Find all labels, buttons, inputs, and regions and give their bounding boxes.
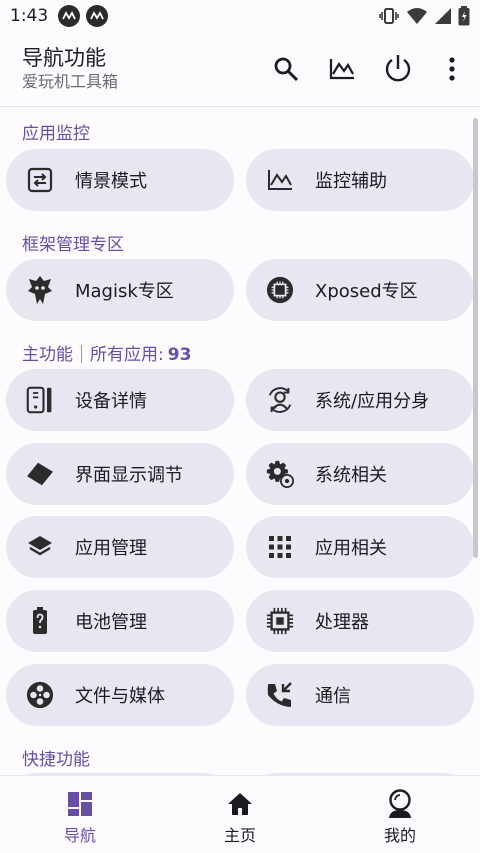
card-label: 电池管理	[75, 612, 147, 633]
status-bar: 1:43	[0, 0, 480, 32]
file-media-button[interactable]: 文件与媒体	[6, 664, 234, 726]
layers-icon	[26, 533, 54, 561]
power-button[interactable]	[374, 45, 422, 93]
all-apps-label: 所有应用:	[90, 345, 164, 365]
card-label: 文件与媒体	[75, 686, 165, 707]
device-info-icon	[26, 386, 54, 414]
more-options-button[interactable]	[440, 45, 464, 93]
power-icon	[385, 55, 411, 82]
section-separator	[81, 345, 82, 363]
section-title-shortcuts: 快捷功能	[22, 750, 90, 770]
scene-mode-button[interactable]: 情景模式	[6, 149, 234, 211]
xposed-button[interactable]: Xposed专区	[246, 259, 474, 321]
device-details-button[interactable]: 设备详情	[6, 369, 234, 431]
line-chart-icon	[266, 166, 294, 194]
notification-app-icon	[58, 5, 81, 27]
signal-icon	[435, 8, 451, 24]
app-manage-button[interactable]: 应用管理	[6, 516, 234, 578]
card-label: 设备详情	[75, 391, 147, 412]
nav-label: 导航	[63, 826, 96, 845]
communication-button[interactable]: 通信	[246, 664, 474, 726]
app-related-button[interactable]: 应用相关	[246, 516, 474, 578]
navigation-content[interactable]: 应用监控 情景模式 监控辅助 框架管理专区 Magisk专区 Xposed专区 …	[0, 107, 480, 775]
nav-tab-mine[interactable]: 我的	[320, 776, 480, 853]
dashboard-icon	[65, 789, 95, 819]
bottom-navigation: 导航 主页 我的	[0, 775, 480, 853]
magisk-button[interactable]: Magisk专区	[6, 259, 234, 321]
apps-grid-icon	[266, 533, 294, 561]
section-title-framework: 框架管理专区	[22, 235, 124, 255]
card-label: 情景模式	[75, 171, 147, 192]
monitor-button[interactable]	[318, 45, 366, 93]
status-icons	[378, 6, 470, 26]
phone-forwarded-icon	[266, 681, 294, 709]
home-icon	[225, 789, 255, 819]
card-label: 处理器	[315, 612, 369, 633]
nav-tab-navigation[interactable]: 导航	[0, 776, 160, 853]
card-label: 通信	[315, 686, 351, 707]
card-label: 应用相关	[315, 538, 387, 559]
page-title: 导航功能	[22, 46, 106, 70]
search-button[interactable]	[262, 45, 310, 93]
section-title-app-monitor: 应用监控	[22, 124, 90, 144]
battery-unknown-icon	[26, 607, 54, 635]
battery-manage-button[interactable]: 电池管理	[6, 590, 234, 652]
wifi-icon	[407, 8, 427, 24]
swap-icon	[26, 166, 54, 194]
diamond-icon	[26, 460, 54, 488]
xposed-icon	[266, 276, 294, 304]
app-count: 93	[167, 345, 192, 365]
card-label: Magisk专区	[75, 281, 174, 302]
processor-button[interactable]: 处理器	[246, 590, 474, 652]
magisk-icon	[26, 276, 54, 304]
more-vert-icon	[449, 57, 455, 81]
card-label: 系统/应用分身	[315, 391, 430, 412]
system-related-button[interactable]: 系统相关	[246, 443, 474, 505]
chip-icon	[266, 607, 294, 635]
card-label: Xposed专区	[315, 281, 418, 302]
display-adjust-button[interactable]: 界面显示调节	[6, 443, 234, 505]
main-label: 主功能	[22, 345, 73, 365]
battery-icon	[458, 6, 470, 26]
vibrate-icon	[379, 8, 399, 24]
app-bar-titles: 导航功能 爱玩机工具箱	[22, 45, 254, 93]
status-time: 1:43	[10, 6, 49, 26]
card-label: 系统相关	[315, 465, 387, 486]
app-subtitle: 爱玩机工具箱	[22, 72, 119, 91]
card-label: 应用管理	[75, 538, 147, 559]
profile-icon	[385, 789, 415, 819]
notification-app-icon	[86, 5, 109, 27]
search-icon	[274, 57, 299, 82]
user-switch-icon	[266, 386, 294, 414]
scrollbar[interactable]	[473, 118, 478, 558]
nav-tab-home[interactable]: 主页	[160, 776, 320, 853]
card-label: 监控辅助	[315, 171, 387, 192]
nav-label: 我的	[383, 826, 416, 845]
app-bar: 导航功能 爱玩机工具箱	[0, 32, 480, 106]
line-chart-icon	[329, 59, 354, 80]
nav-label: 主页	[223, 826, 256, 845]
system-clone-button[interactable]: 系统/应用分身	[246, 369, 474, 431]
film-reel-icon	[26, 681, 54, 709]
section-title-main: 主功能 所有应用: 93	[22, 340, 191, 365]
card-label: 界面显示调节	[75, 465, 183, 486]
monitor-assist-button[interactable]: 监控辅助	[246, 149, 474, 211]
settings-gear-icon	[266, 460, 294, 488]
